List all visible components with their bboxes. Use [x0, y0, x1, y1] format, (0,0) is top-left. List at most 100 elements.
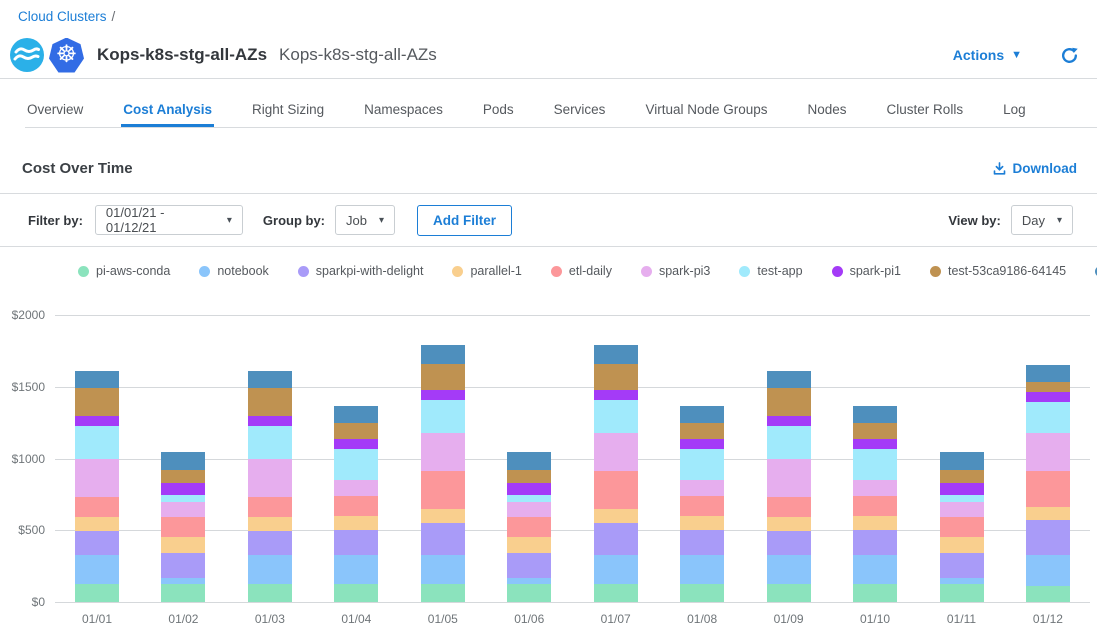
download-icon [992, 161, 1007, 176]
x-axis-tick-label: 01/09 [774, 612, 804, 626]
legend-item-spark-pi3[interactable]: spark-pi3 [641, 264, 710, 278]
gridline-0 [55, 602, 1090, 603]
legend-item-pi-aws-conda[interactable]: pi-aws-conda [78, 264, 170, 278]
bar-01-03 [248, 371, 292, 602]
chart-legend: pi-aws-conda notebook sparkpi-with-delight… [78, 259, 1047, 283]
tabs: Overview Cost Analysis Right Sizing Namespa… [25, 95, 1097, 128]
view-by-dropdown[interactable]: Day ▾ [1011, 205, 1073, 235]
cluster-header: ☸ Kops-k8s-stg-all-AZs Kops-k8s-stg-all-… [10, 36, 1079, 74]
bar-segment-spark-pi3 [334, 480, 378, 496]
legend-dot-icon [551, 266, 562, 277]
bar-segment-parallel-1 [75, 517, 119, 531]
bar-segment-test-53ca9186-64145 [334, 423, 378, 439]
bar-segment-parallel-1 [940, 537, 984, 553]
legend-label: test-53ca9186-64145 [948, 264, 1066, 278]
tab-right-sizing[interactable]: Right Sizing [250, 95, 326, 127]
legend-item-test-app[interactable]: test-app [739, 264, 802, 278]
tab-services[interactable]: Services [552, 95, 608, 127]
bar-segment-etl-daily [75, 497, 119, 517]
gridline-1500 [55, 387, 1090, 388]
bar-segment-spark-pi3 [767, 459, 811, 497]
bar-segment-notebook [680, 555, 724, 584]
bar-segment-notebook [75, 555, 119, 584]
download-button[interactable]: Download [992, 161, 1078, 176]
tab-cost-analysis[interactable]: Cost Analysis [121, 95, 214, 127]
bar-01-07 [594, 345, 638, 602]
tab-cluster-rolls[interactable]: Cluster Rolls [885, 95, 966, 127]
tab-log[interactable]: Log [1001, 95, 1028, 127]
y-axis-tick-label: $500 [0, 523, 45, 537]
bar-segment-test-app [594, 400, 638, 433]
legend-label: test-app [757, 264, 802, 278]
legend-label: sparkpi-with-delight [316, 264, 424, 278]
tab-nodes[interactable]: Nodes [806, 95, 849, 127]
tab-namespaces[interactable]: Namespaces [362, 95, 445, 127]
bar-segment-pi-aws-conda [680, 584, 724, 602]
y-axis-tick-label: $1000 [0, 452, 45, 466]
group-by-dropdown[interactable]: Job ▾ [335, 205, 395, 235]
legend-item-test-53ca9186-64145[interactable]: test-53ca9186-64145 [930, 264, 1066, 278]
tab-pods[interactable]: Pods [481, 95, 516, 127]
legend-item-spark-pi1[interactable]: spark-pi1 [832, 264, 901, 278]
bar-segment-test-pkix [594, 345, 638, 364]
bar-segment-parallel-1 [507, 537, 551, 553]
legend-item-sparkpi-with-delight[interactable]: sparkpi-with-delight [298, 264, 424, 278]
actions-button[interactable]: Actions ▼ [953, 47, 1022, 63]
x-axis-tick-label: 01/01 [82, 612, 112, 626]
bar-segment-test-app [767, 426, 811, 459]
add-filter-button[interactable]: Add Filter [417, 205, 512, 236]
filter-bar: Filter by: 01/01/21 - 01/12/21 ▾ Group b… [28, 194, 1073, 246]
x-axis-tick-label: 01/06 [514, 612, 544, 626]
bar-segment-test-pkix [248, 371, 292, 388]
bar-segment-spark-pi1 [334, 439, 378, 448]
tab-virtual-node-groups[interactable]: Virtual Node Groups [643, 95, 769, 127]
date-range-value: 01/01/21 - 01/12/21 [106, 205, 215, 235]
bar-segment-pi-aws-conda [75, 584, 119, 602]
bar-segment-spark-pi1 [767, 416, 811, 427]
bar-01-09 [767, 371, 811, 602]
bar-segment-spark-pi3 [940, 502, 984, 517]
header-divider [0, 78, 1097, 79]
bar-segment-spark-pi1 [421, 390, 465, 401]
bar-segment-notebook [594, 555, 638, 584]
bar-segment-test-53ca9186-64145 [75, 388, 119, 415]
bar-segment-test-53ca9186-64145 [680, 423, 724, 439]
date-range-dropdown[interactable]: 01/01/21 - 01/12/21 ▾ [95, 205, 243, 235]
bar-segment-test-53ca9186-64145 [507, 470, 551, 483]
bar-segment-spark-pi3 [161, 502, 205, 517]
breadcrumb: Cloud Clusters/ [18, 9, 115, 24]
legend-item-notebook[interactable]: notebook [199, 264, 268, 278]
bar-segment-test-pkix [767, 371, 811, 388]
bar-segment-spark-pi3 [853, 480, 897, 496]
legend-label: parallel-1 [470, 264, 521, 278]
group-by-value: Job [346, 213, 367, 228]
x-axis-tick-label: 01/07 [601, 612, 631, 626]
legend-item-etl-daily[interactable]: etl-daily [551, 264, 612, 278]
legend-item-parallel-1[interactable]: parallel-1 [452, 264, 521, 278]
bar-segment-pi-aws-conda [507, 584, 551, 602]
legend-dot-icon [78, 266, 89, 277]
bar-segment-notebook [421, 555, 465, 584]
bar-segment-sparkpi-with-delight [680, 530, 724, 556]
tab-overview[interactable]: Overview [25, 95, 85, 127]
bar-segment-sparkpi-with-delight [248, 531, 292, 555]
bar-segment-test-pkix [421, 345, 465, 364]
bar-segment-etl-daily [1026, 471, 1070, 508]
refresh-button[interactable] [1060, 46, 1079, 65]
cluster-title: Kops-k8s-stg-all-AZs [97, 45, 267, 65]
breadcrumb-cloud-clusters-link[interactable]: Cloud Clusters [18, 9, 107, 24]
bar-segment-pi-aws-conda [161, 584, 205, 602]
bar-segment-parallel-1 [161, 537, 205, 553]
bar-segment-test-app [507, 495, 551, 502]
bar-segment-test-app [853, 449, 897, 481]
bar-segment-spark-pi1 [594, 390, 638, 401]
legend-label: pi-aws-conda [96, 264, 170, 278]
bar-segment-test-53ca9186-64145 [853, 423, 897, 439]
gridline-500 [55, 530, 1090, 531]
bar-segment-sparkpi-with-delight [594, 523, 638, 555]
legend-dot-icon [199, 266, 210, 277]
bar-segment-test-pkix [334, 406, 378, 423]
x-axis-tick-label: 01/02 [168, 612, 198, 626]
x-axis-tick-label: 01/04 [341, 612, 371, 626]
filter-divider [0, 246, 1097, 247]
